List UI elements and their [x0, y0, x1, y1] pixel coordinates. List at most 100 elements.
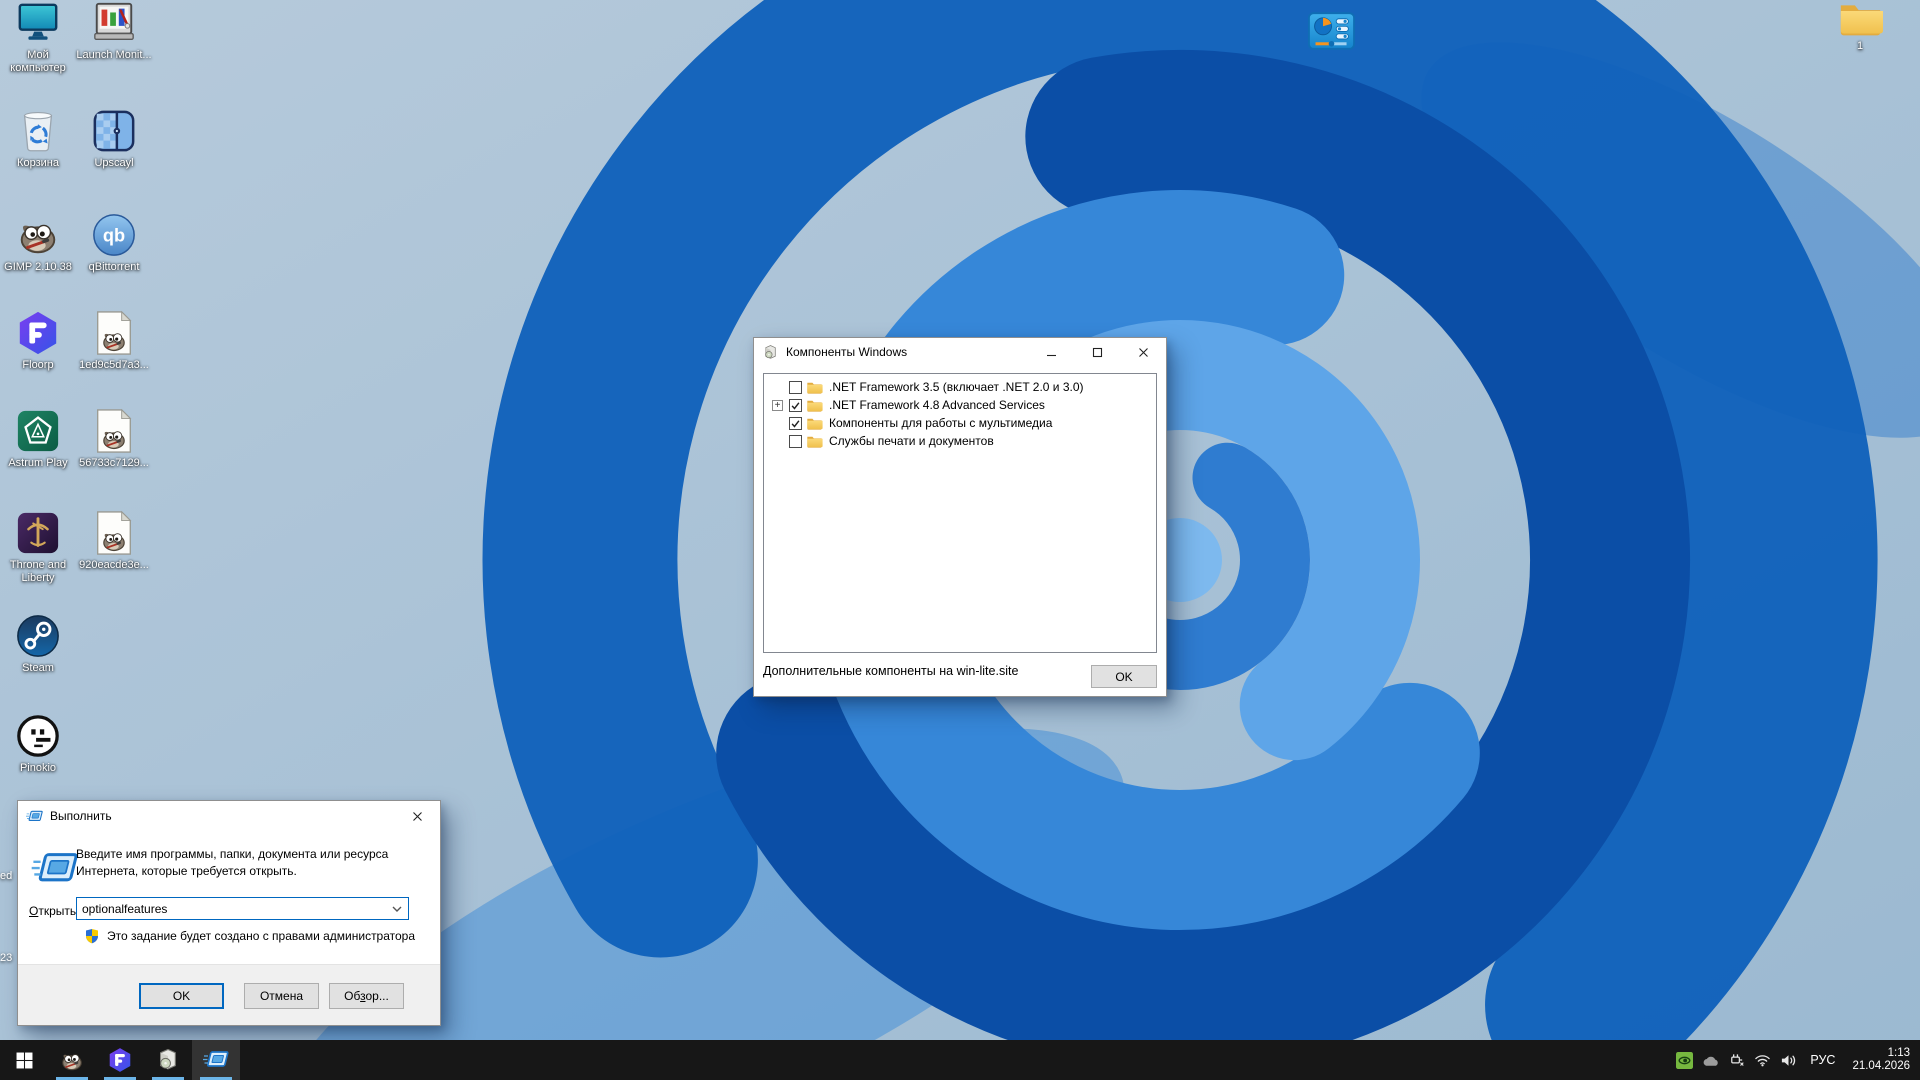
ok-button[interactable]: OK	[139, 983, 224, 1009]
run-app-icon	[26, 808, 43, 825]
desktop-icon-control-panel[interactable]	[1308, 12, 1355, 55]
feature-checkbox[interactable]	[789, 435, 802, 448]
admin-note-row: Это задание будет создано с правами адми…	[84, 928, 415, 944]
desktop-icon-launch-monitor[interactable]: Launch Monit...	[76, 0, 152, 62]
desktop-icon-gimp-file-2[interactable]: 56733c7129...	[76, 408, 152, 470]
window-title: Выполнить	[50, 809, 112, 823]
language-indicator[interactable]: РУС	[1806, 1053, 1839, 1067]
desktop-icon-recycle-bin[interactable]: Корзина	[0, 108, 76, 170]
desktop-icon-gimp-file-3[interactable]: 920eacde3e...	[76, 510, 152, 572]
open-combobox[interactable]	[76, 897, 409, 920]
partial-icon-label: ed	[0, 870, 12, 882]
feature-checkbox[interactable]	[789, 417, 802, 430]
throne-and-liberty-icon	[15, 510, 61, 556]
desktop-icon-floorp[interactable]: Floorp	[0, 310, 76, 372]
uac-shield-icon	[84, 928, 100, 944]
close-button[interactable]	[1120, 338, 1166, 366]
feature-label: .NET Framework 4.8 Advanced Services	[829, 398, 1045, 412]
time: 1:13	[1852, 1047, 1910, 1061]
desktop-icon-throne-and-liberty[interactable]: Throne and Liberty	[0, 510, 76, 585]
run-description: Введите имя программы, папки, документа …	[76, 846, 416, 880]
folder-icon	[806, 399, 823, 412]
steam-icon	[15, 613, 61, 659]
desktop-icon-qbittorrent[interactable]: qb qBittorrent	[76, 212, 152, 274]
gimp-file-icon	[91, 408, 137, 454]
run-dialog: Выполнить Введите имя программы, папки, …	[17, 800, 441, 1026]
features-list[interactable]: + .NET Framework 3.5 (включает .NET 2.0 …	[763, 373, 1157, 653]
taskbar-app-gimp[interactable]	[48, 1040, 96, 1080]
feature-row[interactable]: + .NET Framework 3.5 (включает .NET 2.0 …	[764, 378, 1156, 396]
feature-row[interactable]: + Службы печати и документов	[764, 432, 1156, 450]
titlebar[interactable]: Выполнить	[18, 801, 440, 831]
desktop-icon-gimp[interactable]: GIMP 2.10.38	[0, 212, 76, 274]
date: 21.04.2026	[1852, 1060, 1910, 1074]
start-button[interactable]	[0, 1040, 48, 1080]
cancel-button[interactable]: Отмена	[244, 983, 319, 1009]
icon-label: Upscayl	[94, 157, 133, 170]
chevron-down-icon[interactable]	[386, 898, 408, 919]
run-icon	[31, 851, 79, 887]
control-panel-icon	[1308, 12, 1355, 50]
desktop-icon-folder-1[interactable]: 1	[1822, 0, 1898, 53]
windows-start-icon	[16, 1052, 33, 1069]
svg-text:qb: qb	[103, 226, 125, 246]
feature-row[interactable]: + Компоненты для работы с мультимедиа	[764, 414, 1156, 432]
pinokio-icon	[15, 713, 61, 759]
maximize-button[interactable]	[1074, 338, 1120, 366]
open-input[interactable]	[77, 898, 386, 919]
installer-icon	[155, 1047, 181, 1073]
desktop-icon-steam[interactable]: Steam	[0, 613, 76, 675]
floorp-icon	[15, 310, 61, 356]
icon-label: 920eacde3e...	[79, 559, 149, 572]
expand-toggle-icon[interactable]: +	[772, 400, 783, 411]
recycle-bin-icon	[15, 108, 61, 154]
desktop-icon-my-computer[interactable]: Мой компьютер	[0, 0, 76, 75]
taskbar-app-run[interactable]	[192, 1040, 240, 1080]
icon-label: Steam	[22, 662, 54, 675]
feature-row[interactable]: + .NET Framework 4.8 Advanced Services	[764, 396, 1156, 414]
minimize-button[interactable]	[1028, 338, 1074, 366]
admin-note-text: Это задание будет создано с правами адми…	[107, 929, 415, 943]
run-dialog-body: Введите имя программы, папки, документа …	[18, 831, 440, 966]
icon-label: Launch Monit...	[76, 49, 151, 62]
nvidia-settings-icon[interactable]	[1676, 1052, 1693, 1069]
volume-icon[interactable]	[1780, 1052, 1797, 1069]
taskbar-app-windows-features[interactable]	[144, 1040, 192, 1080]
footer-note: Дополнительные компоненты на win-lite.si…	[763, 664, 1018, 678]
open-label: Открыть:	[29, 904, 79, 918]
icon-label: 56733c7129...	[79, 457, 149, 470]
close-button[interactable]	[394, 801, 440, 831]
feature-label: Службы печати и документов	[829, 434, 994, 448]
astrum-play-icon	[15, 408, 61, 454]
icon-label: GIMP 2.10.38	[4, 261, 72, 274]
taskbar: РУС 1:13 21.04.2026	[0, 1040, 1920, 1080]
clock[interactable]: 1:13 21.04.2026	[1848, 1047, 1910, 1074]
launch-monitor-icon	[91, 0, 137, 46]
computer-icon	[15, 0, 61, 46]
wifi-icon[interactable]	[1754, 1052, 1771, 1069]
icon-label: Pinokio	[20, 762, 56, 775]
desktop-icon-astrum-play[interactable]: Astrum Play	[0, 408, 76, 470]
folder-icon	[806, 381, 823, 394]
gimp-icon	[15, 212, 61, 258]
folder-icon	[806, 435, 823, 448]
taskbar-app-floorp[interactable]	[96, 1040, 144, 1080]
feature-checkbox[interactable]	[789, 399, 802, 412]
ok-button[interactable]: OK	[1091, 665, 1157, 688]
run-icon	[203, 1047, 229, 1073]
feature-checkbox[interactable]	[789, 381, 802, 394]
onedrive-cloud-icon[interactable]	[1702, 1052, 1719, 1069]
feature-label: .NET Framework 3.5 (включает .NET 2.0 и …	[829, 380, 1084, 394]
desktop-icon-pinokio[interactable]: Pinokio	[0, 713, 76, 775]
window-title: Компоненты Windows	[786, 345, 907, 359]
browse-button[interactable]: Обзор...	[329, 983, 404, 1009]
power-plug-icon[interactable]	[1728, 1052, 1745, 1069]
titlebar[interactable]: Компоненты Windows	[754, 338, 1166, 366]
folder-icon	[1838, 0, 1883, 37]
partial-icon-label: 23	[0, 952, 12, 964]
gimp-file-icon	[91, 510, 137, 556]
desktop-icon-gimp-file-1[interactable]: 1ed9c5d7a3...	[76, 310, 152, 372]
icon-label: Floorp	[22, 359, 53, 372]
system-tray: РУС 1:13 21.04.2026	[1676, 1040, 1920, 1080]
desktop-icon-upscayl[interactable]: Upscayl	[76, 108, 152, 170]
